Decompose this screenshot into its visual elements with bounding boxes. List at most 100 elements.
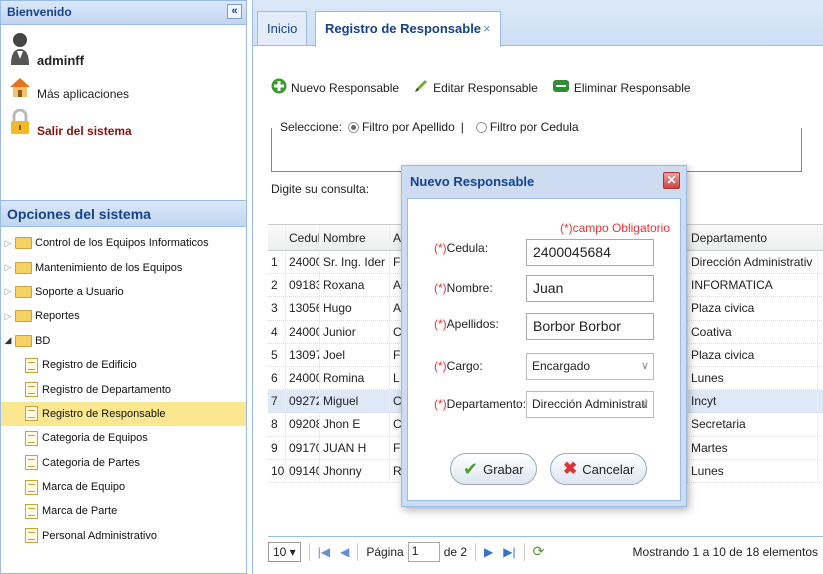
- document-icon: [25, 455, 38, 471]
- cancel-button[interactable]: ✖ Cancelar: [550, 453, 648, 485]
- tree-item-marca-equipo[interactable]: Marca de Equipo: [1, 475, 246, 499]
- radio-cedula[interactable]: [475, 121, 487, 133]
- document-icon: [25, 528, 38, 544]
- pager-summary: Mostrando 1 a 10 de 18 elementos: [632, 544, 818, 559]
- nombre-field[interactable]: Juan: [526, 275, 654, 302]
- table-cell: 09140: [286, 459, 320, 482]
- page-input[interactable]: 1: [407, 541, 440, 562]
- tree-folder-bd[interactable]: ◢ BD: [1, 329, 246, 353]
- cedula-field[interactable]: 2400045684: [526, 239, 654, 266]
- last-page-icon[interactable]: ▶|: [503, 545, 515, 559]
- add-icon: [271, 78, 287, 97]
- tab-inicio[interactable]: Inicio: [257, 11, 308, 45]
- table-cell: 6: [268, 366, 286, 390]
- radio-apellido[interactable]: [348, 121, 360, 133]
- table-cell: 24000: [286, 251, 320, 274]
- table-cell: 10: [268, 459, 286, 482]
- collapse-button[interactable]: «: [227, 4, 242, 19]
- table-cell: Lunes: [688, 366, 818, 390]
- document-icon: [25, 503, 38, 519]
- welcome-title: Bienvenido: [7, 5, 72, 19]
- apellidos-row: (*) Apellidos:: [434, 317, 499, 331]
- col-departamento[interactable]: Departamento: [688, 225, 818, 250]
- table-cell: Plaza civica: [688, 343, 818, 366]
- tree-folder-soporte[interactable]: ▷ Soporte a Usuario: [1, 280, 246, 304]
- table-cell: 5: [268, 343, 286, 366]
- cargo-row: (*) Cargo:: [434, 359, 483, 373]
- new-responsable-button[interactable]: Nuevo Responsable: [271, 78, 399, 97]
- table-cell: JUAN H: [320, 436, 390, 459]
- user-name: adminff: [37, 53, 84, 68]
- document-icon: [25, 430, 38, 446]
- delete-responsable-button[interactable]: Eliminar Responsable: [552, 79, 691, 96]
- table-cell: Junior: [320, 320, 390, 343]
- folder-icon: [15, 261, 32, 274]
- folder-icon: [15, 285, 32, 298]
- cargo-select[interactable]: Encargado ∨: [526, 353, 654, 380]
- tree-folder-control[interactable]: ▷ Control de los Equipos Informaticos: [1, 231, 246, 255]
- delete-icon: [552, 79, 570, 96]
- tree-folder-reportes[interactable]: ▷ Reportes: [1, 304, 246, 328]
- tree-item-categoria-partes[interactable]: Categoria de Partes: [1, 451, 246, 475]
- left-panel: Bienvenido « adminff Más aplicaciones Sa…: [0, 0, 247, 574]
- pager: 10 ▾ |◀ ◀ Página 1 de 2 ▶ ▶| ⟳ Mostrando…: [268, 536, 823, 566]
- departamento-label: Departamento:: [446, 397, 527, 411]
- prev-page-icon[interactable]: ◀: [340, 545, 349, 559]
- dialog-close-icon[interactable]: ✕: [663, 172, 680, 189]
- cedula-label: Cedula:: [446, 241, 489, 255]
- toolbar: Nuevo Responsable Editar Responsable Eli…: [271, 78, 705, 97]
- col-cedula[interactable]: Cedul: [286, 225, 320, 250]
- tree-item-departamento[interactable]: Registro de Departamento: [1, 377, 246, 401]
- col-nombre[interactable]: Nombre: [320, 225, 390, 250]
- collapse-arrow-icon[interactable]: ◢: [1, 335, 15, 346]
- apellidos-field[interactable]: Borbor Borbor: [526, 313, 654, 340]
- expand-arrow-icon[interactable]: ▷: [1, 311, 15, 322]
- tree-item-marca-parte[interactable]: Marca de Parte: [1, 499, 246, 523]
- table-cell: 09183: [286, 274, 320, 297]
- page-label: Página: [366, 544, 404, 559]
- chevron-down-icon: ∨: [640, 398, 649, 410]
- table-cell: 13097: [286, 343, 320, 366]
- table-cell: Martes: [688, 436, 818, 459]
- departamento-select[interactable]: Dirección Administrati ∨: [526, 391, 654, 418]
- table-cell: Romina: [320, 366, 390, 390]
- tab-label: Registro de Responsable: [325, 21, 482, 36]
- welcome-header: Bienvenido «: [1, 1, 246, 25]
- tab-bar: Inicio Registro de Responsable ×: [253, 0, 823, 47]
- page-total: de 2: [443, 544, 468, 559]
- tree-item-categoria-equipos[interactable]: Categoria de Equipos: [1, 426, 246, 450]
- tree-folder-mantenimiento[interactable]: ▷ Mantenimiento de los Equipos: [1, 255, 246, 279]
- nombre-row: (*) Nombre:: [434, 281, 493, 295]
- main-panel: Inicio Registro de Responsable × Nuevo Re…: [252, 0, 823, 574]
- table-cell: 3: [268, 297, 286, 320]
- save-button[interactable]: ✔ Grabar: [450, 453, 537, 485]
- table-cell: 24000: [286, 366, 320, 390]
- home-icon: [9, 76, 31, 101]
- expand-arrow-icon[interactable]: ▷: [1, 286, 15, 297]
- edit-responsable-button[interactable]: Editar Responsable: [413, 78, 538, 97]
- expand-arrow-icon[interactable]: ▷: [1, 262, 15, 273]
- folder-icon: [15, 310, 32, 323]
- refresh-icon[interactable]: ⟳: [533, 543, 545, 560]
- tree-item-responsable[interactable]: Registro de Responsable: [1, 401, 246, 427]
- cargo-label: Cargo:: [446, 359, 483, 373]
- page-size-select[interactable]: 10 ▾: [268, 541, 301, 562]
- tree-item-edificio[interactable]: Registro de Edificio: [1, 353, 246, 377]
- tree-item-personal[interactable]: Personal Administrativo: [1, 524, 246, 548]
- table-cell: Coativa: [688, 320, 818, 343]
- table-cell: Plaza civica: [688, 297, 818, 320]
- document-icon: [25, 406, 38, 422]
- logout-link[interactable]: Salir del sistema: [37, 124, 132, 138]
- table-cell: Miguel: [320, 390, 390, 413]
- expand-arrow-icon[interactable]: ▷: [1, 238, 15, 249]
- cedula-row: (*) Cedula:: [434, 241, 489, 255]
- more-apps-link[interactable]: Más aplicaciones: [37, 87, 129, 101]
- table-cell: Lunes: [688, 459, 818, 482]
- table-cell: Incyt: [688, 390, 818, 413]
- table-cell: Secretaria: [688, 413, 818, 436]
- tab-close-icon[interactable]: ×: [483, 21, 491, 36]
- next-page-icon[interactable]: ▶: [484, 545, 493, 559]
- first-page-icon[interactable]: |◀: [318, 545, 330, 559]
- table-cell: INFORMATICA: [688, 274, 818, 297]
- tab-registro-responsable[interactable]: Registro de Responsable ×: [315, 11, 501, 47]
